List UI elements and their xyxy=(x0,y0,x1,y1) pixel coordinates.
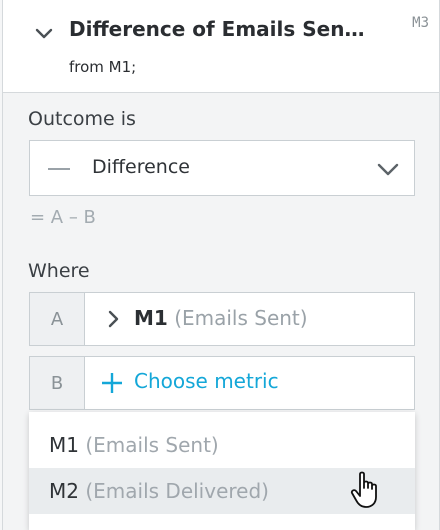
metric-a-label: M1 (Emails Sent) xyxy=(134,306,308,330)
plus-icon xyxy=(102,373,122,393)
outcome-formula: = A – B xyxy=(30,207,96,228)
option-m2-text: M2 (Emails Delivered) xyxy=(49,479,269,503)
metric-id-badge: M3 xyxy=(412,15,429,31)
metric-editor-panel: Difference of Emails Sen… from M1; M3 Ou… xyxy=(2,0,440,530)
dropdown-option-m1[interactable]: M1 (Emails Sent) xyxy=(29,422,415,468)
metric-row-a[interactable]: A M1 (Emails Sent) xyxy=(29,292,415,346)
option-m1-text: M1 (Emails Sent) xyxy=(49,433,219,457)
outcome-label: Outcome is xyxy=(28,108,136,130)
chevron-down-icon xyxy=(377,163,399,176)
hand-cursor-icon xyxy=(350,471,377,508)
option-m2-name: (Emails Delivered) xyxy=(85,479,269,503)
where-label: Where xyxy=(28,260,90,282)
choose-metric-button[interactable]: Choose metric xyxy=(134,369,279,393)
dash-icon xyxy=(48,168,70,170)
metric-a-name: (Emails Sent) xyxy=(174,306,308,330)
row-letter-a: A xyxy=(30,293,85,345)
chevron-down-icon[interactable] xyxy=(34,24,54,44)
metric-header: Difference of Emails Sen… from M1; M3 xyxy=(3,0,439,93)
option-m1-name: (Emails Sent) xyxy=(85,433,219,457)
metric-row-b[interactable]: B Choose metric xyxy=(29,356,415,410)
metric-a-id: M1 xyxy=(134,306,168,330)
outcome-select[interactable]: Difference xyxy=(29,140,415,196)
chevron-right-icon[interactable] xyxy=(104,309,124,329)
option-m1-id: M1 xyxy=(49,433,79,457)
option-m2-id: M2 xyxy=(49,479,79,503)
metric-title[interactable]: Difference of Emails Sen… xyxy=(69,17,369,41)
metric-subtitle: from M1; xyxy=(69,58,137,76)
row-letter-b: B xyxy=(30,357,85,409)
outcome-selected-value: Difference xyxy=(92,156,190,178)
